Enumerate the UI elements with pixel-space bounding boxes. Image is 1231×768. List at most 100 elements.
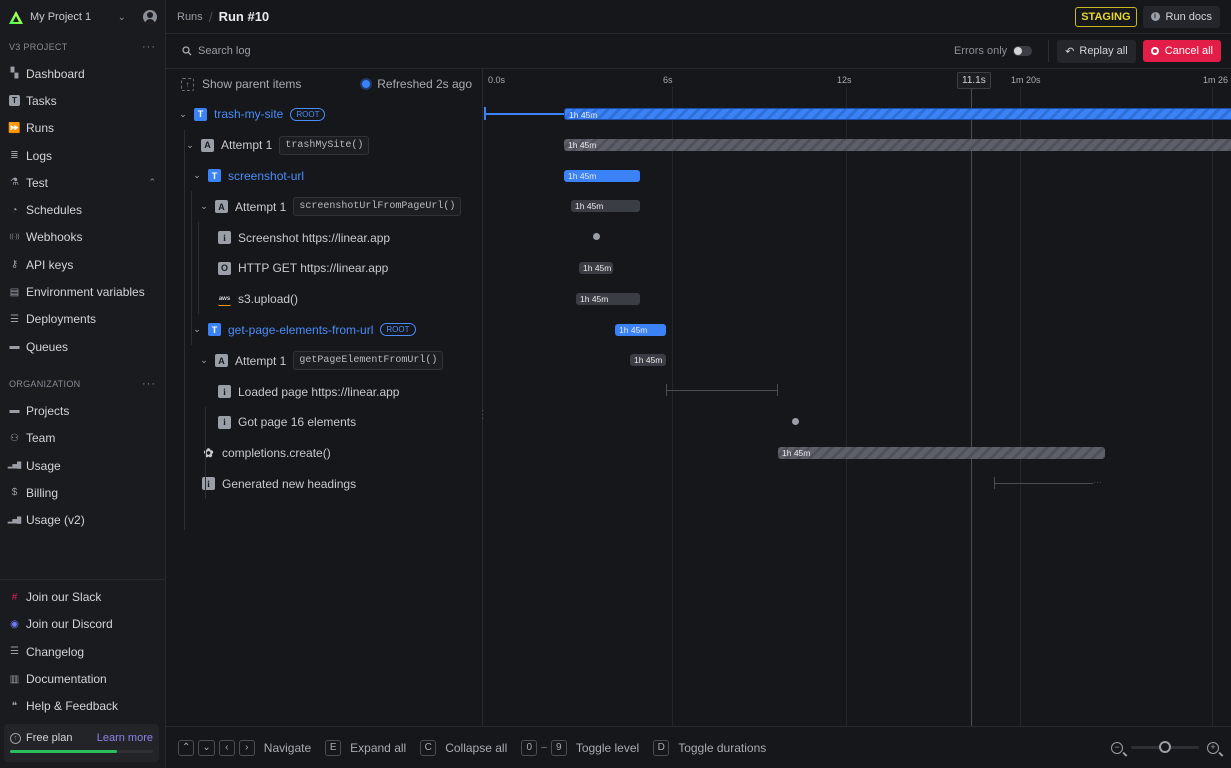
search-log-input[interactable] bbox=[198, 45, 398, 57]
sidebar-item-join-our-discord[interactable]: ◉ Join our Discord bbox=[0, 611, 165, 638]
span-bar[interactable]: 1h 45m bbox=[576, 292, 640, 305]
event-point[interactable] bbox=[792, 418, 799, 425]
interval-line[interactable] bbox=[666, 390, 777, 392]
interval-line[interactable] bbox=[994, 482, 1093, 484]
sidebar-item-runs[interactable]: ⏩ Runs bbox=[0, 115, 165, 142]
sidebar-item-help-feedback[interactable]: ❝ Help & Feedback bbox=[0, 693, 165, 720]
sidebar-item-label: Join our Slack bbox=[26, 590, 102, 605]
user-avatar-icon[interactable] bbox=[143, 10, 157, 24]
sidebar-item-webhooks[interactable]: ((·)) Webhooks bbox=[0, 224, 165, 251]
sidebar-item-test[interactable]: ⚗ Test ⌃ bbox=[0, 169, 165, 196]
tree-row[interactable]: i Got page 16 elements bbox=[166, 407, 482, 438]
info-icon: i bbox=[218, 415, 231, 429]
chevron-down-icon[interactable]: ⌄ bbox=[199, 201, 209, 212]
tree-row[interactable]: i Screenshot https://linear.app bbox=[166, 222, 482, 253]
breadcrumb-runs[interactable]: Runs bbox=[177, 11, 203, 23]
span-duration: 1h 45m bbox=[569, 110, 598, 120]
show-parent-icon[interactable]: ↑ bbox=[181, 77, 194, 91]
time-cursor[interactable] bbox=[971, 87, 972, 726]
tree-row[interactable]: i Generated new headings bbox=[166, 469, 482, 500]
tree-row[interactable]: ⌄ Tget-page-elements-from-url ROOT bbox=[166, 315, 482, 346]
toggle-level-shortcut[interactable]: Toggle level bbox=[576, 741, 639, 755]
tree-row[interactable]: ⌄ Ttrash-my-site ROOT bbox=[166, 99, 482, 130]
event-point[interactable] bbox=[593, 233, 600, 241]
tick-label: 1m 20s bbox=[1011, 75, 1041, 85]
span-bar[interactable]: 1h 45m bbox=[778, 446, 1105, 459]
sidebar-item-billing[interactable]: $ Billing bbox=[0, 479, 165, 506]
sidebar-item-queues[interactable]: ▬ Queues bbox=[0, 333, 165, 360]
span-bar[interactable]: 1h 45m bbox=[615, 323, 666, 336]
project-selector[interactable]: My Project 1 ⌄ bbox=[0, 0, 165, 34]
webhook-icon: ((·)) bbox=[9, 234, 20, 241]
toggle-durations-shortcut[interactable]: Toggle durations bbox=[678, 741, 766, 755]
zoom-slider[interactable] bbox=[1131, 741, 1199, 753]
replay-icon: ↶ bbox=[1065, 45, 1075, 58]
span-bar[interactable]: 1h 45m bbox=[564, 138, 1231, 151]
tree-row[interactable]: i Loaded page https://linear.app bbox=[166, 376, 482, 407]
learn-more-link[interactable]: Learn more bbox=[97, 732, 153, 744]
chevron-down-icon[interactable]: ⌄ bbox=[192, 170, 202, 181]
replay-label: Replay all bbox=[1079, 45, 1128, 57]
info-icon: i bbox=[218, 385, 231, 399]
sidebar-item-usage-v2-[interactable]: ▂▅█ Usage (v2) bbox=[0, 506, 165, 533]
sidebar-item-usage[interactable]: ▂▅█ Usage bbox=[0, 452, 165, 479]
span-bar[interactable]: 1h 45m bbox=[579, 262, 613, 274]
collapse-all-shortcut[interactable]: Collapse all bbox=[445, 741, 507, 755]
span-bar[interactable]: 1h 45m bbox=[564, 108, 1231, 120]
chevron-down-icon[interactable]: ⌄ bbox=[192, 324, 202, 335]
sidebar-item-logs[interactable]: ≣ Logs bbox=[0, 142, 165, 169]
sidebar-item-tasks[interactable]: T Tasks bbox=[0, 87, 165, 114]
run-docs-label: Run docs bbox=[1165, 10, 1212, 23]
zoom-slider-thumb[interactable] bbox=[1159, 741, 1171, 753]
sidebar-item-changelog[interactable]: ☰ Changelog bbox=[0, 638, 165, 665]
errors-only-toggle[interactable] bbox=[1013, 46, 1033, 56]
chevron-up-icon[interactable]: ⌃ bbox=[148, 177, 156, 188]
tree-row[interactable]: O HTTP GET https://linear.app bbox=[166, 253, 482, 284]
tree-row[interactable]: ⌄ A Attempt 1 screenshotUrlFromPageUrl() bbox=[166, 191, 482, 222]
tick-label: 12s bbox=[837, 75, 852, 85]
tree-row[interactable]: ⌄ A Attempt 1 getPageElementFromUrl() bbox=[166, 345, 482, 376]
span-bar[interactable]: 1h 45m bbox=[564, 169, 640, 182]
expand-all-shortcut[interactable]: Expand all bbox=[350, 741, 406, 755]
chevron-down-icon[interactable]: ⌄ bbox=[199, 355, 209, 366]
attempt-icon: A bbox=[215, 354, 228, 368]
sidebar-item-label: Projects bbox=[26, 403, 70, 418]
tree-row[interactable]: ✿ completions.create() bbox=[166, 438, 482, 469]
tree-row[interactable]: aws s3.upload() bbox=[166, 284, 482, 315]
sidebar-item-dashboard[interactable]: ▚ Dashboard bbox=[0, 60, 165, 87]
sidebar-item-schedules[interactable]: ◔ Schedules bbox=[0, 196, 165, 223]
more-icon[interactable]: ··· bbox=[142, 378, 156, 390]
sidebar-item-deployments[interactable]: ☰ Deployments bbox=[0, 306, 165, 333]
tree-row[interactable]: ⌄ A Attempt 1 trashMySite() bbox=[166, 130, 482, 161]
show-parent-items[interactable]: Show parent items bbox=[202, 77, 362, 91]
sidebar-item-join-our-slack[interactable]: # Join our Slack bbox=[0, 584, 165, 611]
log-toolbar: Errors only ↶ Replay all Cancel all bbox=[166, 34, 1231, 69]
zoom-out-icon[interactable]: − bbox=[1111, 741, 1123, 754]
span-bar[interactable]: 1h 45m bbox=[630, 354, 666, 367]
row-label: screenshot-url bbox=[228, 168, 305, 183]
openai-icon: ✿ bbox=[203, 446, 214, 461]
span-bar[interactable]: 1h 45m bbox=[571, 200, 640, 213]
sidebar-item-environment-variables[interactable]: ▤ Environment variables bbox=[0, 278, 165, 305]
chevron-down-icon[interactable]: ⌄ bbox=[185, 140, 195, 151]
gridline bbox=[672, 87, 673, 726]
zoom-in-icon[interactable]: + bbox=[1207, 741, 1219, 754]
row-label: get-page-elements-from-url bbox=[228, 322, 374, 337]
sidebar-item-documentation[interactable]: ▥ Documentation bbox=[0, 665, 165, 692]
slack-icon: # bbox=[11, 591, 18, 603]
cancel-all-button[interactable]: Cancel all bbox=[1142, 40, 1221, 62]
replay-all-button[interactable]: ↶ Replay all bbox=[1057, 39, 1136, 63]
sidebar-item-api-keys[interactable]: ⚷ API keys bbox=[0, 251, 165, 278]
chevron-down-icon[interactable]: ⌄ bbox=[178, 109, 188, 120]
main-area: Runs / Run #10 STAGING i Run docs Errors … bbox=[166, 0, 1231, 768]
sidebar-item-label: Tasks bbox=[26, 93, 57, 108]
gridline bbox=[1212, 87, 1213, 726]
sidebar-item-team[interactable]: ⚇ Team bbox=[0, 425, 165, 452]
project-name: My Project 1 bbox=[30, 11, 92, 23]
key-9: 9 bbox=[550, 739, 567, 756]
sidebar-item-projects[interactable]: ▬ Projects bbox=[0, 397, 165, 424]
tree-row[interactable]: ⌄ Tscreenshot-url bbox=[166, 161, 482, 192]
info-icon: i bbox=[1150, 12, 1160, 21]
more-icon[interactable]: ··· bbox=[142, 41, 156, 53]
run-docs-button[interactable]: i Run docs bbox=[1142, 5, 1220, 28]
